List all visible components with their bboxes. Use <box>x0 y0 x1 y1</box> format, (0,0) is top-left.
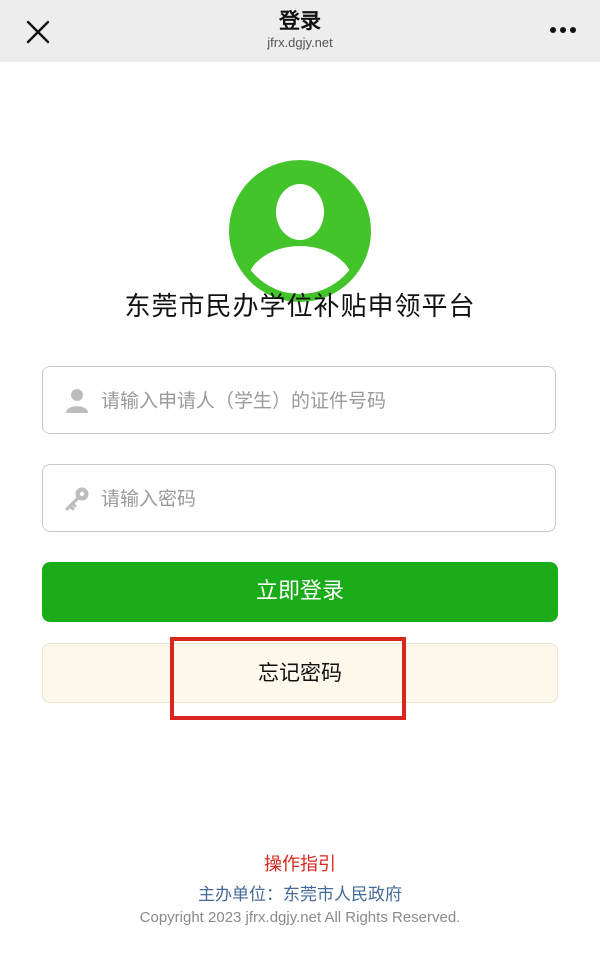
password-input[interactable] <box>99 465 543 533</box>
user-icon <box>63 387 91 415</box>
page-title: 登录 <box>279 9 321 33</box>
id-number-input[interactable] <box>99 367 543 435</box>
copyright-text: Copyright 2023 jfrx.dgjy.net All Rights … <box>139 909 461 926</box>
avatar <box>229 160 371 302</box>
avatar-icon <box>229 160 371 302</box>
password-field[interactable] <box>42 464 556 533</box>
guide-link[interactable]: 操作指引 <box>0 850 600 876</box>
key-icon <box>63 485 91 513</box>
forgot-password-button[interactable]: 忘记密码 <box>42 643 558 703</box>
top-bar: 登录 jfrx.dgjy.net <box>0 0 600 62</box>
more-button[interactable] <box>548 20 578 40</box>
id-number-field[interactable] <box>42 366 556 435</box>
more-icon <box>550 27 576 33</box>
login-button[interactable]: 立即登录 <box>42 562 558 622</box>
sponsor-text: 主办单位：东莞市人民政府 <box>198 885 402 905</box>
page-url: jfrx.dgjy.net <box>267 35 333 50</box>
platform-title: 东莞市民办学位补贴申领平台 <box>124 292 476 322</box>
title-block: 登录 jfrx.dgjy.net <box>0 8 600 52</box>
